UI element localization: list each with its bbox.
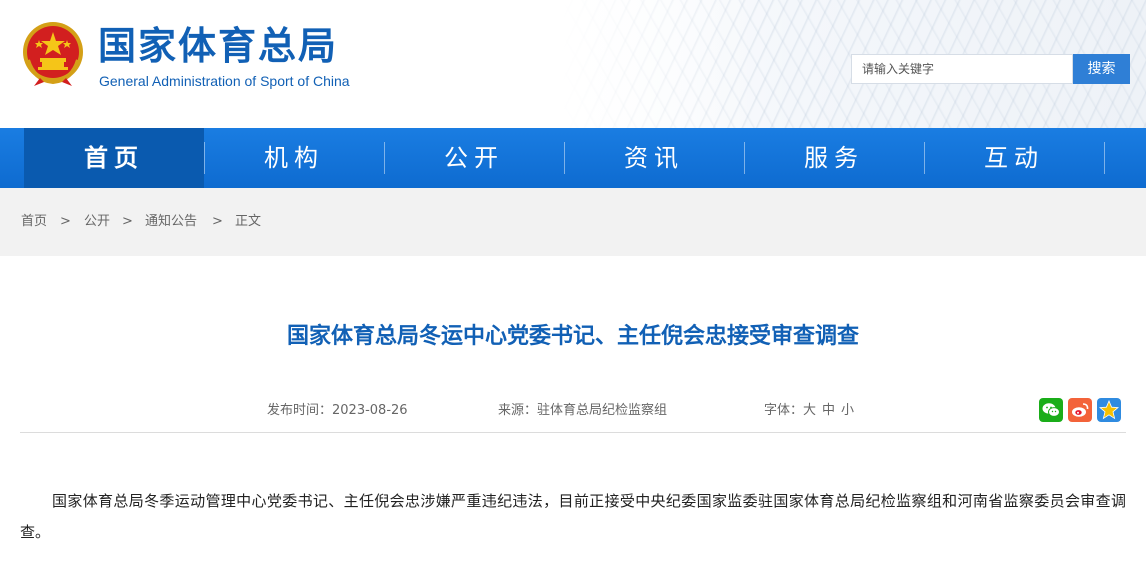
site-subtitle: General Administration of Sport of China bbox=[99, 73, 350, 89]
font-size-small[interactable]: 小 bbox=[841, 403, 854, 418]
article-body: 国家体育总局冬季运动管理中心党委书记、主任倪会忠涉嫌严重违纪违法，目前正接受中央… bbox=[20, 492, 1126, 541]
publish-date: 2023-08-26 bbox=[332, 403, 408, 418]
breadcrumb-separator: > bbox=[212, 214, 223, 229]
site-header: 国家体育总局 General Administration of Sport o… bbox=[0, 0, 1146, 128]
breadcrumb-home[interactable]: 首页 bbox=[21, 214, 47, 230]
source-label: 来源： bbox=[498, 403, 538, 418]
breadcrumb: 首页 > 公开 > 通知公告 > 正文 bbox=[0, 188, 1146, 256]
nav-item-home[interactable]: 首页 bbox=[24, 128, 204, 188]
divider bbox=[20, 432, 1126, 433]
search-button[interactable]: 搜索 bbox=[1073, 54, 1130, 84]
article-source: 来源：驻体育总局纪检监察组 bbox=[498, 402, 667, 420]
site-title: 国家体育总局 bbox=[98, 24, 339, 68]
breadcrumb-current: 正文 bbox=[235, 214, 262, 229]
main-nav: 首页 机构 公开 资讯 服务 互动 bbox=[0, 128, 1146, 188]
qzone-icon[interactable] bbox=[1097, 398, 1121, 422]
nav-item-news[interactable]: 资讯 bbox=[564, 128, 744, 188]
national-emblem-icon bbox=[20, 20, 86, 88]
nav-divider bbox=[1104, 142, 1105, 174]
nav-item-organization[interactable]: 机构 bbox=[204, 128, 384, 188]
nav-item-public[interactable]: 公开 bbox=[384, 128, 564, 188]
page-root: 国家体育总局 General Administration of Sport o… bbox=[0, 0, 1146, 576]
font-size-large[interactable]: 大 bbox=[803, 403, 816, 418]
font-size-label: 字体： bbox=[764, 403, 804, 418]
wechat-icon[interactable] bbox=[1039, 398, 1063, 422]
breadcrumb-separator: > bbox=[60, 214, 71, 229]
publish-time: 发布时间：2023-08-26 bbox=[267, 402, 408, 420]
publish-label: 发布时间： bbox=[267, 403, 333, 418]
font-size-control: 字体：大中小 bbox=[764, 402, 854, 420]
weibo-icon[interactable] bbox=[1068, 398, 1092, 422]
article-title: 国家体育总局冬运中心党委书记、主任倪会忠接受审查调查 bbox=[286, 324, 859, 349]
breadcrumb-public[interactable]: 公开 bbox=[84, 214, 110, 230]
nav-item-interaction[interactable]: 互动 bbox=[924, 128, 1104, 188]
breadcrumb-notices[interactable]: 通知公告 bbox=[145, 214, 197, 230]
nav-item-services[interactable]: 服务 bbox=[744, 128, 924, 188]
breadcrumb-separator: > bbox=[122, 214, 133, 229]
font-size-medium[interactable]: 中 bbox=[822, 403, 835, 418]
search-input[interactable] bbox=[851, 54, 1073, 84]
source-value: 驻体育总局纪检监察组 bbox=[537, 403, 668, 418]
